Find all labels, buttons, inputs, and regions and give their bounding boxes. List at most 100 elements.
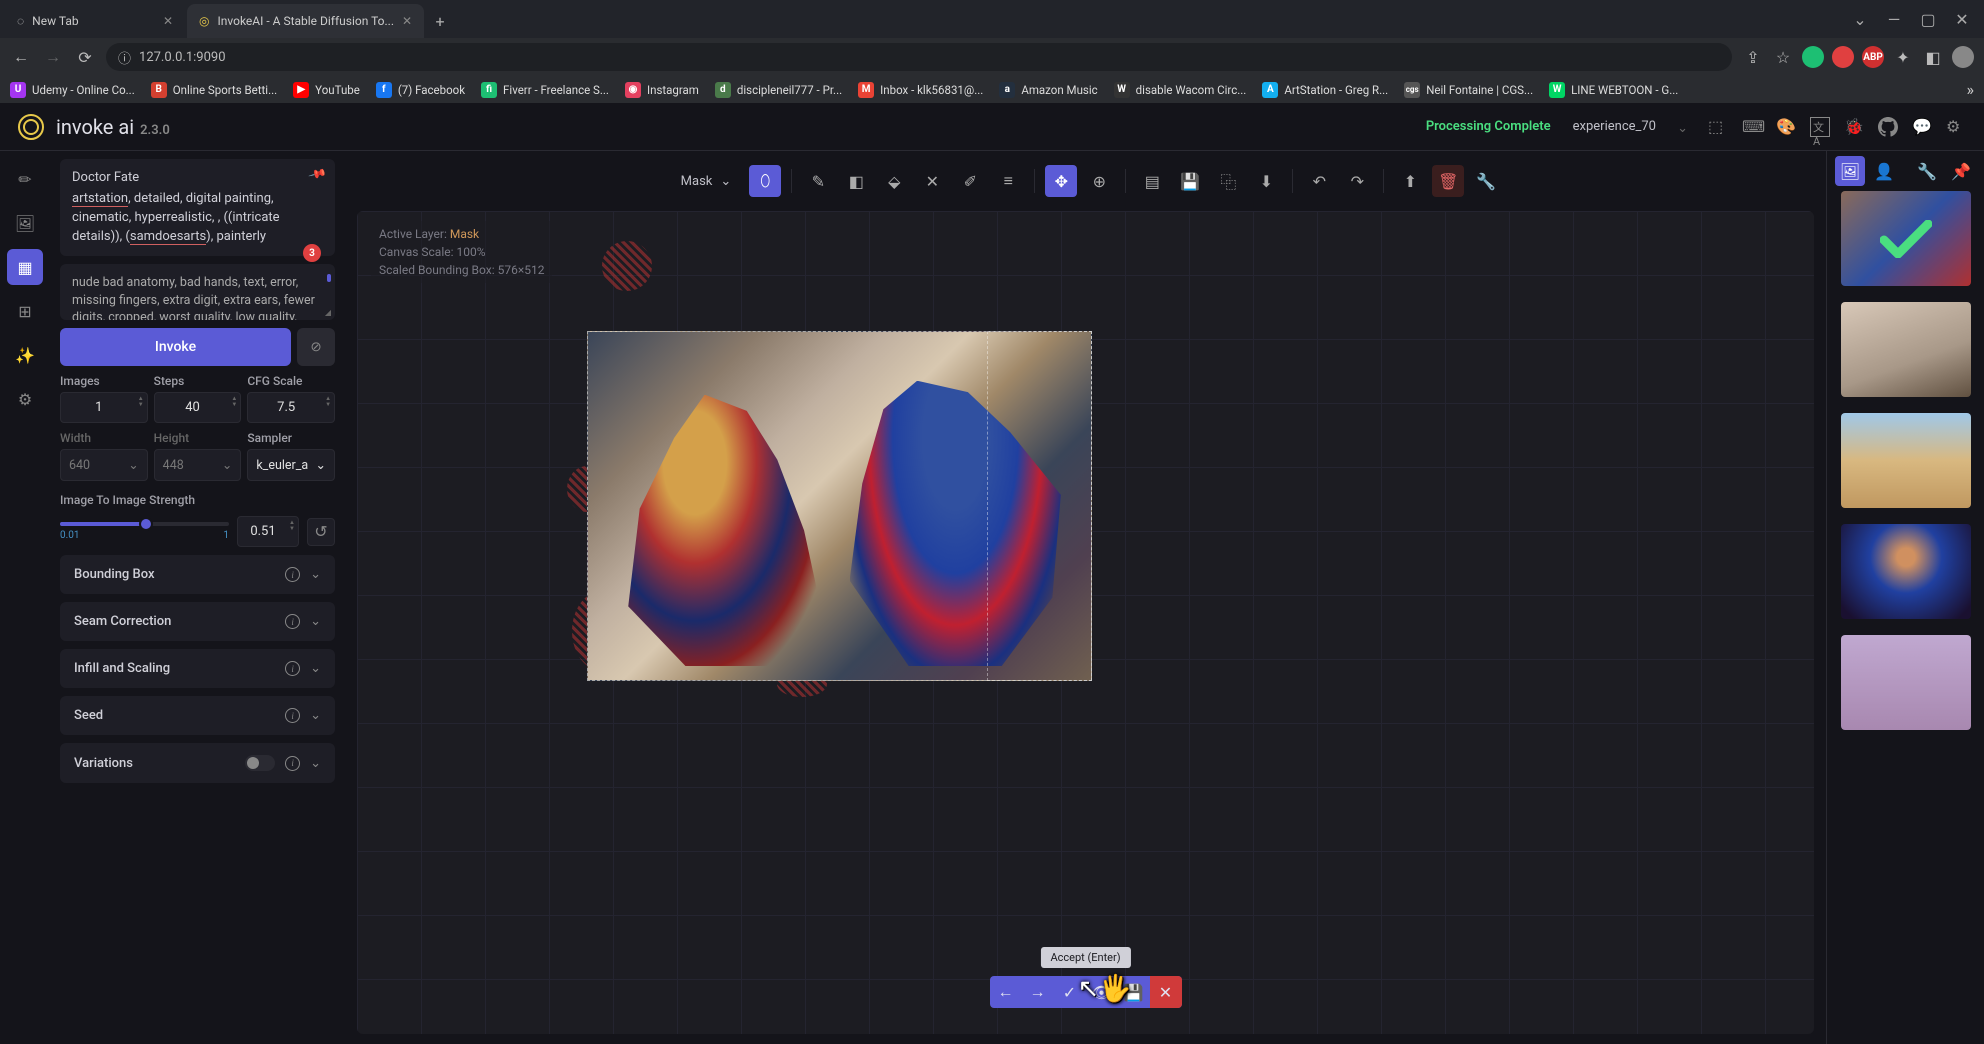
invoke-button[interactable]: Invoke (60, 328, 291, 366)
gallery-thumbnail[interactable] (1841, 413, 1971, 508)
bookmark-item[interactable]: MInbox - klk56831@... (858, 82, 983, 98)
gallery-thumbnail[interactable] (1841, 524, 1971, 619)
negative-prompt-input[interactable]: nude bad anatomy, bad hands, text, error… (60, 264, 335, 320)
rail-img2img[interactable]: 🖼 (7, 205, 43, 241)
bookmark-item[interactable]: cgsNeil Fontaine | CGS... (1404, 82, 1533, 98)
gallery-tab-images[interactable]: 🖼 (1835, 156, 1865, 186)
bookmark-item[interactable]: WLINE WEBTOON - G... (1549, 82, 1678, 98)
staging-save-button[interactable]: 💾 (1118, 976, 1150, 1008)
download-tool[interactable]: ⬇ (1250, 165, 1282, 197)
brush-tool[interactable]: ⬯ (749, 165, 781, 197)
undo-tool[interactable]: ↶ (1303, 165, 1335, 197)
fill-tool[interactable]: ⬙ (878, 165, 910, 197)
extensions-icon[interactable]: ✦ (1892, 46, 1914, 68)
bookmark-item[interactable]: f(7) Facebook (376, 82, 465, 98)
gallery-settings-icon[interactable]: 🔧 (1912, 156, 1942, 186)
redo-tool[interactable]: ↷ (1341, 165, 1373, 197)
extension-icon[interactable] (1802, 46, 1824, 68)
scrollbar[interactable] (327, 274, 331, 282)
resize-handle-icon[interactable]: ◢ (325, 307, 331, 318)
bookmark-item[interactable]: ◉Instagram (625, 82, 699, 98)
positive-prompt-input[interactable]: 📌 Doctor Fate artstation, detailed, digi… (60, 159, 335, 256)
extension-icon-abp[interactable]: ABP (1862, 46, 1884, 68)
back-icon[interactable]: ← (10, 46, 32, 68)
bookmark-item[interactable]: ddiscipleneil777 - Pr... (715, 82, 842, 98)
close-icon[interactable]: ✕ (402, 14, 412, 28)
staging-next-button[interactable]: → (1022, 976, 1054, 1008)
language-icon[interactable]: 文A (1810, 117, 1830, 137)
reset-button[interactable]: ↺ (307, 518, 335, 546)
close-window-icon[interactable]: ✕ (1948, 5, 1976, 33)
info-icon[interactable]: i (285, 661, 300, 676)
bookmarks-overflow[interactable]: » (1967, 80, 1975, 99)
steps-input[interactable]: 40 (154, 392, 242, 423)
rail-unified-canvas[interactable]: ▦ (7, 249, 43, 285)
chevron-down-icon[interactable]: ⌄ (1846, 5, 1874, 33)
browser-tab[interactable]: ◌ New Tab ✕ (5, 4, 185, 38)
maximize-icon[interactable]: ▢ (1914, 5, 1942, 33)
profile-avatar[interactable] (1952, 46, 1974, 68)
accordion-variations[interactable]: Variations i⌄ (60, 743, 335, 783)
sidepanel-icon[interactable]: ◧ (1922, 46, 1944, 68)
clear-mask-tool[interactable]: ✕ (916, 165, 948, 197)
rail-postprocess[interactable]: ✨ (7, 337, 43, 373)
bookmark-item[interactable]: BOnline Sports Betti... (151, 82, 277, 98)
info-icon[interactable]: i (285, 708, 300, 723)
info-icon[interactable]: i (285, 756, 300, 771)
gallery-thumbnail[interactable] (1841, 191, 1971, 286)
new-tab-button[interactable]: + (426, 7, 454, 35)
bug-icon[interactable]: 🐞 (1844, 117, 1864, 137)
accordion-seed[interactable]: Seed i⌄ (60, 696, 335, 735)
gallery-pin-icon[interactable]: 📌 (1946, 156, 1976, 186)
rail-training[interactable]: ⚙ (7, 381, 43, 417)
info-icon[interactable]: i (285, 567, 300, 582)
list-tool[interactable]: ≡ (992, 165, 1024, 197)
info-icon[interactable]: ⓘ (118, 48, 131, 67)
staging-accept-button[interactable]: ✓ (1054, 976, 1086, 1008)
bookmark-item[interactable]: aAmazon Music (999, 82, 1097, 98)
cancel-button[interactable]: ⊘ (297, 328, 335, 366)
sampler-select[interactable]: k_euler_a⌄ (247, 449, 335, 481)
bookmark-item[interactable]: ▶YouTube (293, 82, 360, 98)
rail-text2img[interactable]: ✏ (7, 161, 43, 197)
width-select[interactable]: 640⌄ (60, 449, 148, 481)
accordion-infill-scaling[interactable]: Infill and Scaling i⌄ (60, 649, 335, 688)
settings-tool[interactable]: 🔧 (1470, 165, 1502, 197)
bookmark-item[interactable]: AArtStation - Greg R... (1262, 82, 1388, 98)
minimize-icon[interactable]: — (1880, 5, 1908, 33)
canvas-viewport[interactable]: Active Layer: Mask Canvas Scale: 100% Sc… (357, 211, 1814, 1034)
move-tool[interactable]: ✥ (1045, 165, 1077, 197)
images-input[interactable]: 1 (60, 392, 148, 423)
star-icon[interactable]: ☆ (1772, 46, 1794, 68)
discord-icon[interactable]: 💬 (1912, 117, 1932, 137)
accordion-seam-correction[interactable]: Seam Correction i⌄ (60, 602, 335, 641)
reload-icon[interactable]: ⟳ (74, 46, 96, 68)
close-icon[interactable]: ✕ (163, 14, 173, 28)
extension-icon[interactable] (1832, 46, 1854, 68)
info-icon[interactable]: i (285, 614, 300, 629)
model-select[interactable]: experience_70 ⌄ (1563, 113, 1696, 140)
layer-select[interactable]: Mask⌄ (669, 168, 744, 195)
color-picker-tool[interactable]: ✐ (954, 165, 986, 197)
cfg-input[interactable]: 7.5 (247, 392, 335, 423)
i2i-strength-slider[interactable] (60, 522, 229, 526)
gear-icon[interactable]: ⚙ (1946, 117, 1966, 137)
save-tool[interactable]: 💾 (1174, 165, 1206, 197)
eraser-tool[interactable]: ◧ (840, 165, 872, 197)
rail-nodes[interactable]: ⊞ (7, 293, 43, 329)
accordion-bounding-box[interactable]: Bounding Box i⌄ (60, 555, 335, 594)
copy-tool[interactable]: ⿻ (1212, 165, 1244, 197)
url-input[interactable]: ⓘ 127.0.0.1:9090 (106, 43, 1732, 71)
cube-icon[interactable]: ⬚ (1708, 117, 1728, 137)
merge-tool[interactable]: ▤ (1136, 165, 1168, 197)
github-icon[interactable] (1878, 117, 1898, 137)
delete-tool[interactable]: 🗑 (1432, 165, 1464, 197)
bounding-box-extension[interactable] (987, 331, 1092, 681)
palette-icon[interactable]: 🎨 (1776, 117, 1796, 137)
staging-show-button[interactable]: 👁 (1086, 976, 1118, 1008)
bookmark-item[interactable]: UUdemy - Online Co... (10, 82, 135, 98)
variations-toggle[interactable] (245, 755, 275, 771)
gallery-tab-user[interactable]: 👤 (1869, 156, 1899, 186)
gallery-thumbnail[interactable] (1841, 302, 1971, 397)
keyboard-icon[interactable]: ⌨ (1742, 117, 1762, 137)
